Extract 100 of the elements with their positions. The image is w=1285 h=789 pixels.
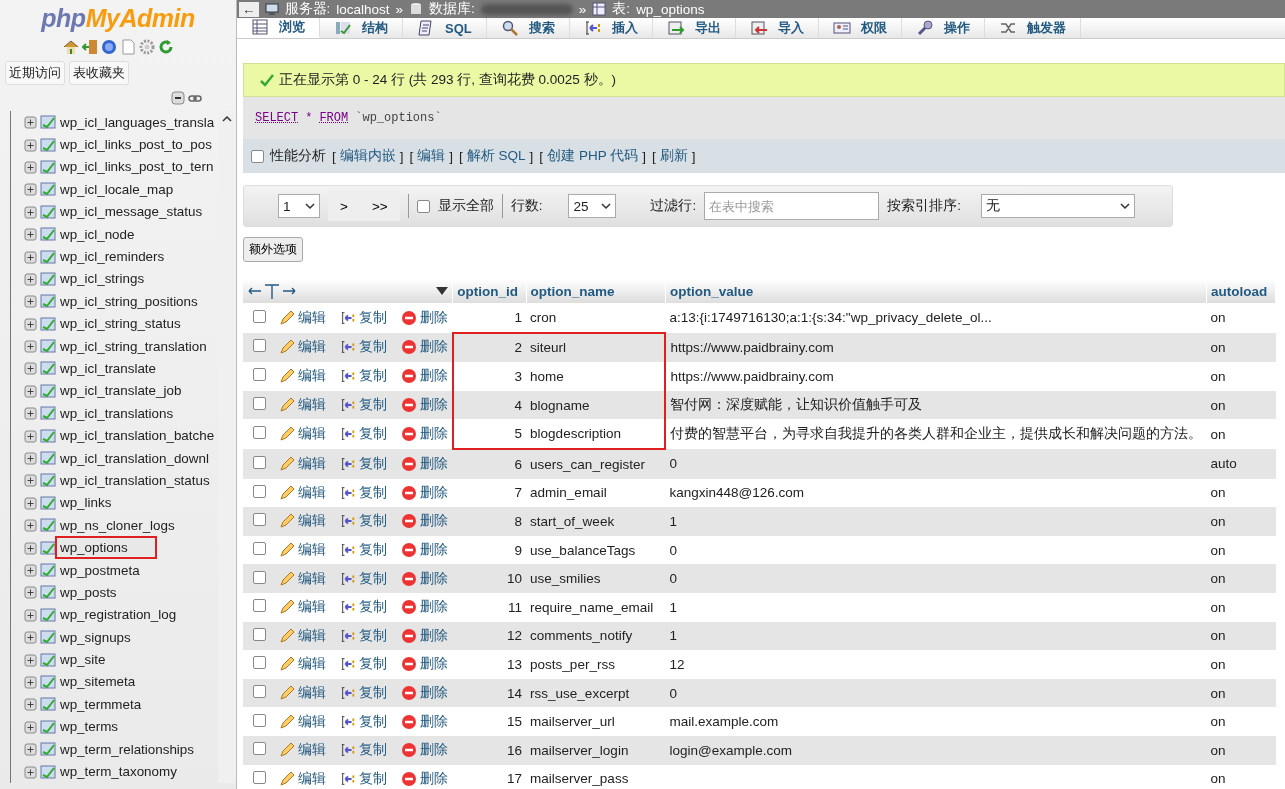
copy-link[interactable]: 复制 [339,684,387,702]
table-link[interactable]: wp_sitemeta [58,673,138,691]
table-link[interactable]: wp_icl_translation_batche [58,427,217,445]
edit-link[interactable]: 编辑 [278,655,326,674]
expand-icon[interactable] [24,673,38,690]
expand-icon[interactable] [24,562,38,578]
expand-icon[interactable] [24,136,38,153]
delete-link[interactable]: 删除 [400,483,448,502]
table-link[interactable]: wp_icl_node [58,225,137,243]
collapse-all-icon[interactable] [171,91,185,105]
query-link[interactable]: 编辑内嵌 [339,147,396,165]
copy-link[interactable]: 复制 [339,454,387,473]
tab[interactable]: 搜索 [486,18,570,38]
row-checkbox[interactable] [253,368,266,382]
row-checkbox[interactable] [253,339,266,353]
delete-link[interactable]: 删除 [400,712,448,731]
table-link[interactable]: wp_icl_string_status [58,315,183,333]
copy-link[interactable]: 复制 [339,712,387,731]
expand-icon[interactable] [24,472,38,489]
edit-link[interactable]: 编辑 [278,769,326,788]
delete-link[interactable]: 删除 [400,569,448,588]
expand-icon[interactable] [24,696,38,713]
tab[interactable]: 导入 [735,18,819,38]
delete-link[interactable]: 删除 [400,684,448,702]
copy-link[interactable]: 复制 [339,425,387,444]
copy-link[interactable]: 复制 [339,655,387,674]
query-link[interactable]: 解析 SQL [466,147,526,165]
table-link[interactable]: wp_termmeta [58,695,144,713]
copy-link[interactable]: 复制 [339,741,387,760]
table-link[interactable]: wp_icl_translation_downl [58,449,211,467]
delete-link[interactable]: 删除 [400,367,448,386]
delete-link[interactable]: 删除 [400,338,448,357]
expand-icon[interactable] [24,203,38,220]
table-link[interactable]: wp_icl_translations [58,404,176,422]
expand-icon[interactable] [24,651,38,668]
checkbox[interactable] [251,149,264,163]
table-link[interactable]: wp_icl_translate_job [58,382,184,400]
table-link[interactable]: wp_signups [58,628,133,646]
expand-icon[interactable] [24,629,38,646]
tab[interactable]: 权限 [818,18,902,38]
edit-link[interactable]: 编辑 [278,454,326,473]
row-checkbox[interactable] [253,397,266,411]
expand-icon[interactable] [24,315,38,332]
copy-link[interactable]: 复制 [339,512,387,531]
table-link[interactable]: wp_options [58,539,154,557]
edit-link[interactable]: 编辑 [278,483,326,502]
expand-icon[interactable] [24,405,38,422]
expand-icon[interactable] [24,338,38,355]
row-checkbox[interactable] [253,426,266,440]
expand-icon[interactable] [24,226,38,243]
phpmyadmin-logo[interactable]: phpMyAdmin [0,0,236,35]
expand-icon[interactable] [24,382,38,399]
column-arrows-icon[interactable] [247,282,297,300]
table-link[interactable]: wp_registration_log [58,606,179,624]
copy-link[interactable]: 复制 [339,396,387,415]
checkbox[interactable] [416,199,430,213]
row-checkbox[interactable] [253,513,266,527]
expand-icon[interactable] [24,584,38,601]
table-link[interactable]: wp_icl_string_translation [58,337,209,355]
column-header[interactable]: option_value [665,279,1207,303]
exit-door-icon[interactable] [81,39,98,55]
table-link[interactable]: wp_icl_message_status [58,203,205,221]
expand-icon[interactable] [24,763,38,780]
expand-icon[interactable] [24,158,38,175]
reload-icon[interactable] [157,39,174,55]
edit-link[interactable]: 编辑 [278,712,326,731]
delete-link[interactable]: 删除 [400,454,448,473]
table-link[interactable]: wp_icl_strings [58,270,147,288]
table-link[interactable]: wp_icl_reminders [58,248,167,266]
row-checkbox[interactable] [253,742,266,756]
copy-link[interactable]: 复制 [339,626,387,645]
table-link[interactable]: wp_postmeta [58,561,142,579]
table-link[interactable]: wp_term_relationships [58,740,196,758]
row-checkbox[interactable] [253,685,266,698]
column-header[interactable]: autoload [1206,279,1276,303]
edit-link[interactable]: 编辑 [278,541,326,560]
expand-icon[interactable] [24,539,38,556]
settings-icon[interactable] [138,39,155,55]
delete-link[interactable]: 删除 [400,396,448,415]
back-button[interactable]: ← [239,1,259,17]
table-link[interactable]: wp_icl_links_post_to_tern [58,158,216,176]
table-link[interactable]: wp_term_taxonomy [58,763,179,780]
edit-link[interactable]: 编辑 [278,338,326,357]
tab[interactable]: 操作 [901,18,985,38]
tab[interactable]: 结构 [320,18,403,38]
table-link[interactable]: wp_posts [58,583,119,601]
table-link[interactable]: wp_icl_locale_map [58,180,176,198]
home-icon[interactable] [62,39,79,55]
edit-link[interactable]: 编辑 [278,569,326,588]
row-checkbox[interactable] [253,656,266,670]
tab[interactable]: 插入 [569,18,653,38]
table-link[interactable]: wp_ns_cloner_logs [58,516,177,534]
tab[interactable]: 导出 [652,18,736,38]
table-link[interactable]: wp_links [58,494,114,512]
row-checkbox[interactable] [253,570,266,584]
column-header[interactable]: option_name [526,279,666,303]
copy-link[interactable]: 复制 [339,541,387,560]
edit-link[interactable]: 编辑 [278,512,326,531]
row-checkbox[interactable] [253,599,266,613]
edit-link[interactable]: 编辑 [278,396,326,415]
